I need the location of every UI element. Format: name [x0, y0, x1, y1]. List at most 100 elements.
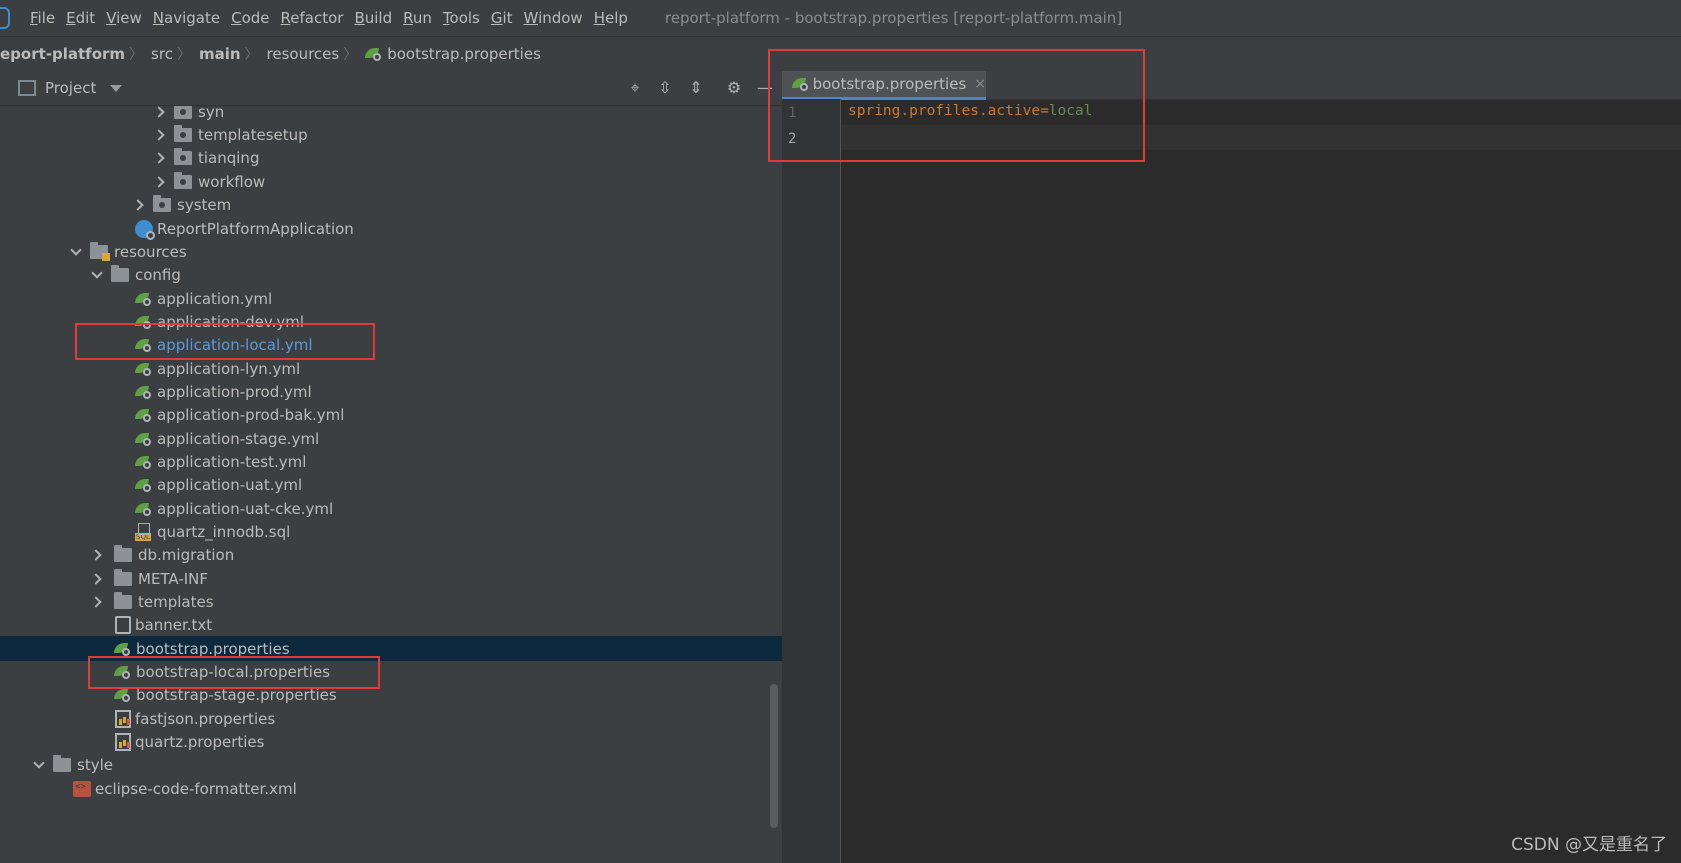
tree-item[interactable]: fastjson.properties [0, 706, 830, 731]
expand-all-icon[interactable]: ⇳ [656, 79, 674, 97]
tree-item[interactable]: application-uat-cke.yml [0, 496, 830, 521]
spring-config-icon [365, 46, 383, 62]
tree-item-label: quartz.properties [135, 732, 265, 751]
breadcrumb-file[interactable]: bootstrap.properties [387, 45, 541, 63]
breadcrumb-project[interactable]: eport-platform [0, 45, 125, 63]
tree-item[interactable]: style [0, 752, 830, 777]
menu-code[interactable]: Code [231, 9, 269, 27]
tree-item[interactable]: config [0, 262, 830, 287]
chevron-down-icon[interactable] [89, 267, 105, 283]
tree-item-label: eclipse-code-formatter.xml [95, 779, 297, 798]
resources-folder-icon [90, 241, 110, 261]
properties-file-icon [115, 732, 131, 751]
tree-item[interactable]: application-test.yml [0, 449, 830, 474]
chevron-right-icon[interactable] [152, 106, 168, 120]
spring-config-icon [135, 501, 153, 517]
tree-item[interactable]: resources [0, 239, 830, 264]
menu-view[interactable]: View [106, 9, 142, 27]
chevron-right-icon[interactable] [89, 547, 105, 563]
package-folder-icon [174, 171, 192, 189]
spring-config-icon [114, 641, 132, 657]
collapse-all-icon[interactable]: ⇕ [687, 79, 705, 97]
package-folder-icon [174, 147, 192, 165]
project-panel-title[interactable]: Project [45, 79, 96, 97]
gear-icon[interactable]: ⚙ [725, 79, 743, 97]
menu-window[interactable]: Window [524, 9, 583, 27]
ide-logo-icon [0, 7, 10, 29]
tree-item-label: quartz_innodb.sql [157, 522, 291, 541]
breadcrumb-separator-icon: 〉 [176, 47, 191, 63]
tree-item[interactable]: META-INF [0, 566, 830, 591]
tree-item[interactable]: quartz.properties [0, 729, 830, 754]
chevron-down-icon[interactable] [31, 757, 47, 773]
breadcrumb-main[interactable]: main [199, 45, 241, 63]
package-folder-icon [153, 194, 171, 212]
spring-config-icon [135, 407, 153, 423]
menu-tools[interactable]: Tools [443, 9, 480, 27]
tree-item-label: fastjson.properties [135, 709, 276, 728]
spring-config-icon [135, 384, 153, 400]
chevron-down-icon[interactable] [68, 244, 84, 260]
tree-item-label: application-prod-bak.yml [157, 405, 345, 424]
menu-help[interactable]: Help [594, 9, 628, 27]
tree-item[interactable]: ReportPlatformApplication [0, 216, 830, 241]
tree-item[interactable]: db.migration [0, 542, 830, 567]
breadcrumb-src[interactable]: src [151, 45, 173, 63]
tree-item-label: templates [138, 592, 214, 611]
menu-run[interactable]: Run [403, 9, 432, 27]
tree-item[interactable]: banner.txt [0, 612, 830, 637]
tree-item[interactable]: eclipse-code-formatter.xml [0, 776, 830, 801]
tree-item-label: application-prod.yml [157, 382, 312, 401]
menu-refactor[interactable]: Refactor [281, 9, 344, 27]
chevron-right-icon[interactable] [152, 150, 168, 166]
breadcrumb-resources[interactable]: resources [267, 45, 340, 63]
breadcrumb-separator-icon: 〉 [129, 47, 144, 63]
menu-build[interactable]: Build [354, 9, 392, 27]
folder-icon [114, 591, 132, 609]
breadcrumb-separator-icon: 〉 [343, 47, 358, 63]
tree-item[interactable]: workflow [0, 169, 830, 194]
chevron-right-icon[interactable] [152, 127, 168, 143]
tree-item[interactable]: templates [0, 589, 830, 614]
chevron-right-icon[interactable] [89, 594, 105, 610]
folder-icon [111, 264, 129, 282]
project-panel-icon [18, 80, 36, 96]
tree-item-label: resources [114, 242, 187, 261]
tree-item-label: META-INF [138, 569, 209, 588]
tree-item-label: config [135, 265, 181, 284]
tree-item[interactable]: quartz_innodb.sql [0, 519, 830, 544]
view-dropdown-icon[interactable] [110, 84, 123, 92]
tree-item-label: banner.txt [135, 615, 213, 634]
package-folder-icon [174, 106, 192, 119]
chevron-right-icon[interactable] [131, 197, 147, 213]
chevron-right-icon[interactable] [152, 174, 168, 190]
menu-git[interactable]: Git [491, 9, 513, 27]
tree-item[interactable]: application-prod-bak.yml [0, 402, 830, 427]
tree-item-label: application-uat.yml [157, 475, 303, 494]
locate-file-icon[interactable]: ⌖ [626, 79, 644, 97]
breadcrumb-separator-icon: 〉 [244, 47, 259, 63]
tree-item[interactable]: application-prod.yml [0, 379, 830, 404]
tree-item[interactable]: application-uat.yml [0, 472, 830, 497]
menu-navigate[interactable]: Navigate [153, 9, 220, 27]
chevron-right-icon[interactable] [89, 571, 105, 587]
project-tree: syn templatesetup tianqing workflow syst… [0, 106, 830, 863]
tree-item-label: templatesetup [198, 125, 308, 144]
tree-item[interactable]: application-stage.yml [0, 426, 830, 451]
xml-file-icon [73, 780, 91, 797]
spring-config-icon [135, 361, 153, 377]
tree-item-label: tianqing [198, 148, 260, 167]
folder-icon [114, 568, 132, 586]
tree-scrollbar[interactable] [770, 684, 778, 828]
tree-item-label: style [77, 755, 113, 774]
tree-item[interactable]: templatesetup [0, 122, 830, 147]
annotation-box-bootstrap-local [88, 656, 380, 689]
spring-config-icon [135, 431, 153, 447]
tree-item-label: application-uat-cke.yml [157, 499, 334, 518]
tree-item[interactable]: application.yml [0, 286, 830, 311]
tree-item[interactable]: system [0, 192, 830, 217]
menu-file[interactable]: File [30, 9, 55, 27]
menu-edit[interactable]: Edit [66, 9, 95, 27]
tree-item-label: application.yml [157, 289, 273, 308]
tree-item[interactable]: tianqing [0, 145, 830, 170]
